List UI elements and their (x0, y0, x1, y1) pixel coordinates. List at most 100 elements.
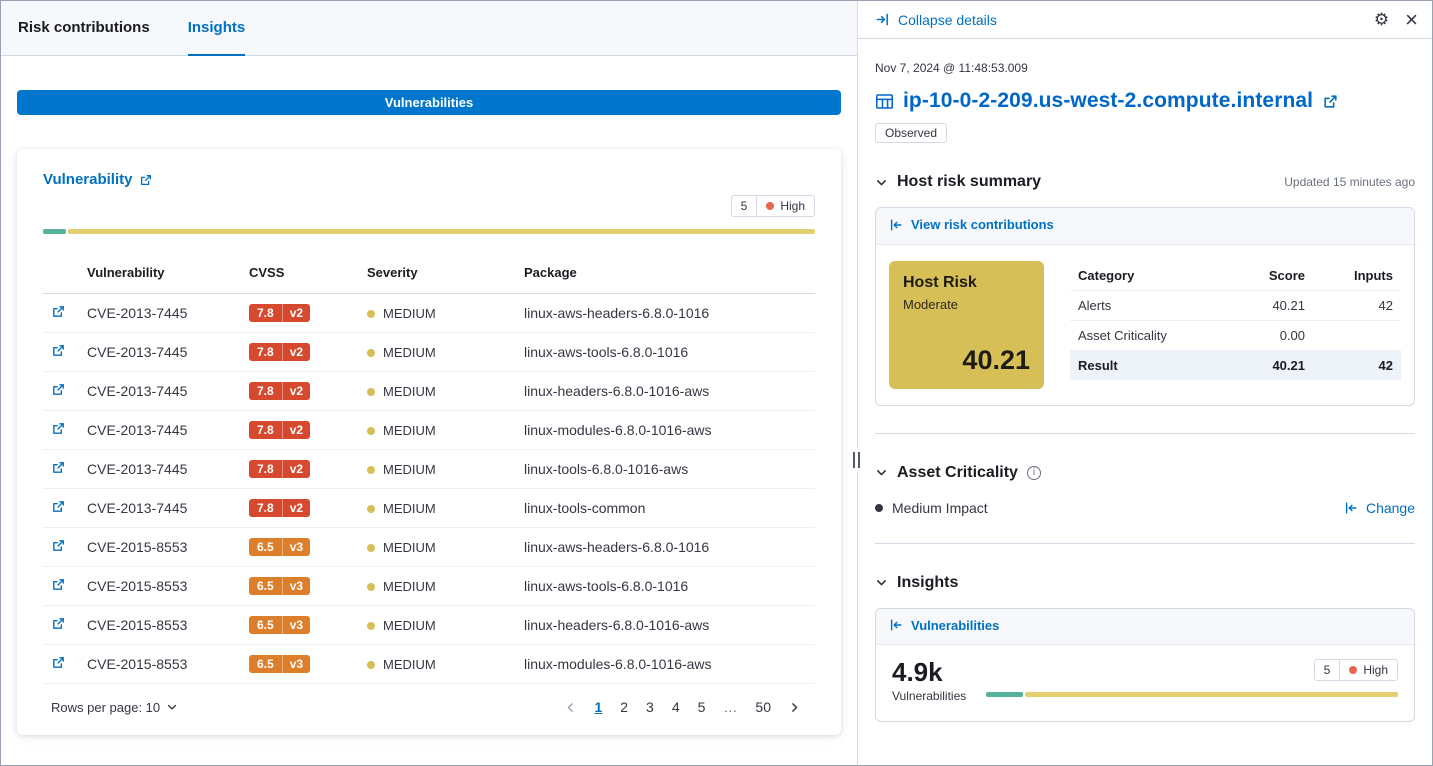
vulnerabilities-link-label: Vulnerabilities (911, 618, 999, 633)
cvss-badge: 6.5v3 (249, 655, 310, 673)
severity-medium-dot-icon (367, 349, 375, 357)
vulnerability-title-link[interactable]: Vulnerability (43, 171, 153, 188)
arrow-to-bar-left-icon (889, 618, 903, 632)
close-icon[interactable]: × (1405, 9, 1418, 31)
header-vulnerability: Vulnerability (79, 252, 241, 294)
severity-label: MEDIUM (383, 423, 436, 438)
severity-label: MEDIUM (383, 384, 436, 399)
open-vulnerability-icon[interactable] (51, 616, 66, 631)
change-criticality-button[interactable]: Change (1344, 500, 1415, 516)
table-row: CVE-2015-8553 6.5v3 MEDIUM linux-aws-too… (43, 567, 815, 606)
page-4[interactable]: 4 (665, 697, 687, 717)
table-footer: Rows per page: 10 1 2 3 4 5 … 50 (43, 684, 815, 725)
host-title-row: ip-10-0-2-209.us-west-2.compute.internal (875, 89, 1415, 113)
severity-label: MEDIUM (383, 501, 436, 516)
chevron-down-icon[interactable] (875, 176, 888, 189)
insights-vulnerabilities-panel: Vulnerabilities 4.9k Vulnerabilities 5 H… (875, 608, 1415, 723)
arrow-to-bar-left-icon (889, 218, 903, 232)
open-vulnerability-icon[interactable] (51, 538, 66, 553)
risk-category: Alerts (1070, 290, 1217, 320)
open-vulnerability-icon[interactable] (51, 343, 66, 358)
severity-medium-dot-icon (367, 310, 375, 318)
panel-resize-handle[interactable] (850, 448, 862, 472)
details-header: Collapse details ⚙ × (858, 1, 1432, 39)
insights-panel-header: Vulnerabilities (876, 609, 1414, 646)
severity-label: MEDIUM (383, 657, 436, 672)
vulnerability-id: CVE-2015-8553 (79, 645, 241, 684)
vulnerabilities-link[interactable]: Vulnerabilities (889, 618, 999, 633)
page-2[interactable]: 2 (613, 697, 635, 717)
open-vulnerability-icon[interactable] (51, 304, 66, 319)
vulnerability-id: CVE-2015-8553 (79, 606, 241, 645)
high-count: 5 (1315, 660, 1341, 680)
open-vulnerability-icon[interactable] (51, 499, 66, 514)
next-page-icon[interactable] (782, 701, 807, 714)
host-risk-level: Moderate (903, 297, 1030, 312)
rows-per-page-button[interactable]: Rows per page: 10 (51, 700, 178, 715)
vulnerability-id: CVE-2013-7445 (79, 294, 241, 333)
tab-risk-contributions[interactable]: Risk contributions (18, 1, 150, 56)
header-package: Package (516, 252, 815, 294)
host-risk-card-title: Host Risk (903, 274, 1030, 292)
tab-insights[interactable]: Insights (188, 1, 246, 56)
page-3[interactable]: 3 (639, 697, 661, 717)
table-row: CVE-2013-7445 7.8v2 MEDIUM linux-tools-c… (43, 489, 815, 528)
risk-score: 0.00 (1217, 320, 1313, 350)
severity-distribution-bar (43, 229, 815, 234)
previous-page-icon[interactable] (558, 701, 583, 714)
header-severity: Severity (359, 252, 516, 294)
section-divider (875, 433, 1415, 434)
open-vulnerability-icon[interactable] (51, 655, 66, 670)
info-icon[interactable]: i (1027, 466, 1041, 480)
vulnerabilities-table: Vulnerability CVSS Severity Package CVE-… (43, 252, 815, 684)
asset-criticality-header: Asset Criticality i (875, 464, 1415, 482)
pagination: 1 2 3 4 5 … 50 (558, 697, 807, 717)
open-vulnerability-icon[interactable] (51, 382, 66, 397)
vulnerability-id: CVE-2013-7445 (79, 450, 241, 489)
risk-inputs: 42 (1313, 290, 1401, 320)
table-row: CVE-2013-7445 7.8v2 MEDIUM linux-modules… (43, 411, 815, 450)
risk-table-result-row: Result 40.21 42 (1070, 350, 1401, 380)
severity-label: MEDIUM (383, 579, 436, 594)
insights-panel-body: 4.9k Vulnerabilities 5 High (876, 645, 1414, 721)
header-inputs: Inputs (1313, 261, 1401, 291)
severity-medium-dot-icon (367, 583, 375, 591)
host-name-link[interactable]: ip-10-0-2-209.us-west-2.compute.internal (903, 89, 1313, 113)
header-actions: ⚙ × (1374, 9, 1418, 31)
package-name: linux-aws-headers-6.8.0-1016 (516, 294, 815, 333)
open-vulnerability-icon[interactable] (51, 460, 66, 475)
tab-bar: Risk contributions Insights (1, 1, 857, 56)
high-severity-badge: 5 High (1314, 659, 1398, 681)
risk-table-row: Asset Criticality 0.00 (1070, 320, 1401, 350)
package-name: linux-headers-6.8.0-1016-aws (516, 372, 815, 411)
view-risk-contributions-link[interactable]: View risk contributions (889, 217, 1054, 232)
cvss-badge: 7.8v2 (249, 499, 310, 517)
table-row: CVE-2015-8553 6.5v3 MEDIUM linux-modules… (43, 645, 815, 684)
page-1[interactable]: 1 (587, 697, 609, 717)
severity-medium-dot-icon (367, 661, 375, 669)
page-5[interactable]: 5 (691, 697, 713, 717)
asset-criticality-row: Medium Impact Change (875, 500, 1415, 516)
package-name: linux-modules-6.8.0-1016-aws (516, 411, 815, 450)
page-50[interactable]: 50 (748, 697, 778, 717)
table-header-row: Vulnerability CVSS Severity Package (43, 252, 815, 294)
insights-title: Insights (897, 574, 958, 592)
vulnerabilities-banner-button[interactable]: Vulnerabilities (17, 90, 841, 115)
left-panel: Risk contributions Insights Vulnerabilit… (1, 1, 858, 765)
host-risk-panel-header: View risk contributions (876, 208, 1414, 245)
gear-icon[interactable]: ⚙ (1374, 11, 1389, 28)
risk-category: Asset Criticality (1070, 320, 1217, 350)
external-link-icon[interactable] (1322, 93, 1339, 110)
severity-medium-dot-icon (367, 505, 375, 513)
risk-table-header-row: Category Score Inputs (1070, 261, 1401, 291)
chevron-down-icon[interactable] (875, 466, 888, 479)
open-vulnerability-icon[interactable] (51, 421, 66, 436)
view-risk-contributions-label: View risk contributions (911, 217, 1054, 232)
collapse-details-button[interactable]: Collapse details (875, 12, 997, 28)
details-panel: Collapse details ⚙ × Nov 7, 2024 @ 11:48… (858, 1, 1432, 765)
open-vulnerability-icon[interactable] (51, 577, 66, 592)
vulnerability-id: CVE-2013-7445 (79, 489, 241, 528)
collapse-details-label: Collapse details (898, 12, 997, 28)
left-content: Vulnerabilities Vulnerability 5 High (1, 56, 857, 765)
chevron-down-icon[interactable] (875, 576, 888, 589)
